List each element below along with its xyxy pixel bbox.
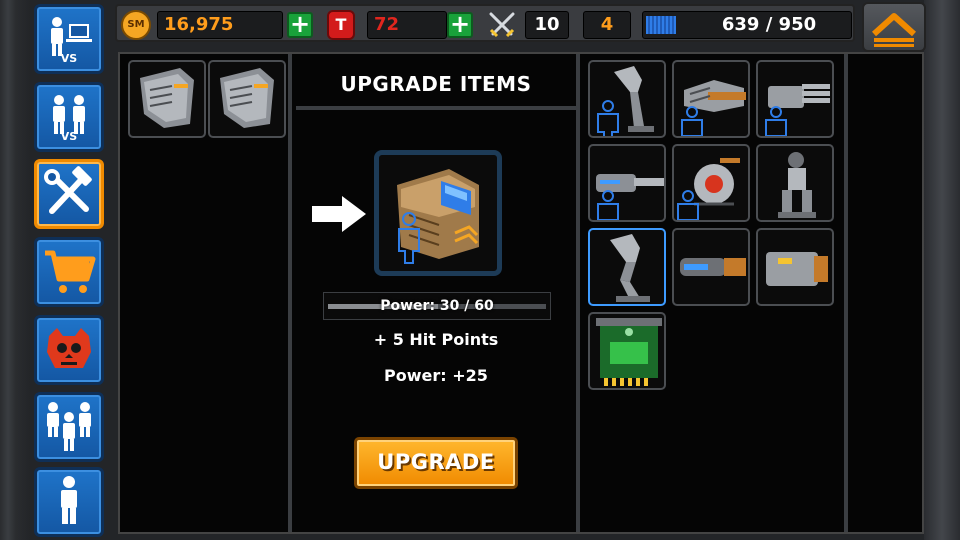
tokens-value: 72 <box>367 11 447 39</box>
skull-emblem-icon <box>47 328 91 368</box>
group-icon <box>47 402 91 451</box>
person-icon <box>61 476 77 524</box>
inventory-slot[interactable] <box>672 228 750 306</box>
credits-value: 16,975 <box>157 11 283 39</box>
armor-block-icon <box>766 252 828 286</box>
power-capacity-bar: 639 / 950 <box>642 11 852 39</box>
vs-badge: VS <box>60 130 78 143</box>
buy-credits-button[interactable]: + <box>287 12 313 38</box>
clan-button[interactable] <box>34 315 104 385</box>
equipped-armor-slot-2[interactable] <box>208 60 286 138</box>
power-capacity-text: 639 / 950 <box>721 14 817 35</box>
column-divider <box>844 54 848 532</box>
selected-item-preview <box>374 150 502 276</box>
profile-button[interactable] <box>34 467 104 537</box>
turret-orb-icon <box>677 158 740 220</box>
collapse-button[interactable] <box>862 2 926 52</box>
battles-value: 10 <box>525 11 569 39</box>
cannon-weapon-icon <box>681 80 746 136</box>
inventory-slot[interactable] <box>588 144 666 222</box>
arrow-right-icon <box>312 196 366 232</box>
armor-plate-icon <box>220 68 274 128</box>
power-capacity-fill <box>646 16 676 34</box>
buy-tokens-button[interactable]: + <box>447 12 473 38</box>
inventory-slot[interactable] <box>672 60 750 138</box>
equipped-armor-slot-1[interactable] <box>128 60 206 138</box>
squad-button[interactable] <box>34 392 104 462</box>
column-divider <box>576 54 580 532</box>
vs-badge: VS <box>60 52 78 65</box>
panel-title: UPGRADE ITEMS <box>296 58 576 110</box>
chevron-up-icon <box>871 13 917 47</box>
pvp-team-button[interactable]: VS <box>34 82 104 152</box>
armor-module-icon <box>397 169 479 264</box>
token-icon: T <box>327 10 355 40</box>
inventory-slot[interactable] <box>588 60 666 138</box>
mech-leg-icon <box>597 66 654 136</box>
inventory-slot[interactable] <box>756 228 834 306</box>
bonus-hit-points: + 5 Hit Points <box>373 330 499 349</box>
inventory-slot[interactable] <box>588 312 666 390</box>
shop-button[interactable] <box>34 237 104 307</box>
bonus-power: Power: +25 <box>384 366 488 385</box>
right-frame-rail <box>924 0 960 540</box>
laser-rifle-icon <box>596 174 664 220</box>
sm-coin-icon: SM <box>121 10 151 40</box>
shopping-cart-icon <box>45 250 96 293</box>
inventory-slot[interactable] <box>756 144 834 222</box>
column-divider <box>288 54 292 532</box>
gatling-gun-icon <box>765 84 830 136</box>
workshop-button[interactable] <box>34 159 104 229</box>
item-power-text: Power: 30 / 60 <box>380 298 494 314</box>
upgrade-panel: UPGRADE ITEMS Power: 30 / 60 + 5 Hit Poi… <box>118 52 924 534</box>
blaster-icon <box>680 258 746 276</box>
upgrade-button[interactable]: UPGRADE <box>354 437 518 489</box>
level-value: 4 <box>583 11 631 39</box>
item-power-readout: Power: 30 / 60 <box>323 292 551 320</box>
circuit-chip-icon <box>596 318 662 386</box>
inventory-slot-selected[interactable] <box>588 228 666 306</box>
resource-bar: SM 16,975 + T 72 + 10 4 639 / 950 <box>115 4 855 42</box>
crossed-swords-icon <box>489 12 515 38</box>
armor-plate-icon <box>140 68 194 128</box>
inventory-slot[interactable] <box>756 60 834 138</box>
pvp-single-button[interactable]: VS <box>34 4 104 74</box>
mech-leg-icon <box>610 234 650 302</box>
mech-legs-icon <box>778 152 816 218</box>
inventory-slot[interactable] <box>672 144 750 222</box>
wrench-hammer-icon <box>44 166 92 214</box>
sm-coin-label: SM <box>127 19 145 30</box>
